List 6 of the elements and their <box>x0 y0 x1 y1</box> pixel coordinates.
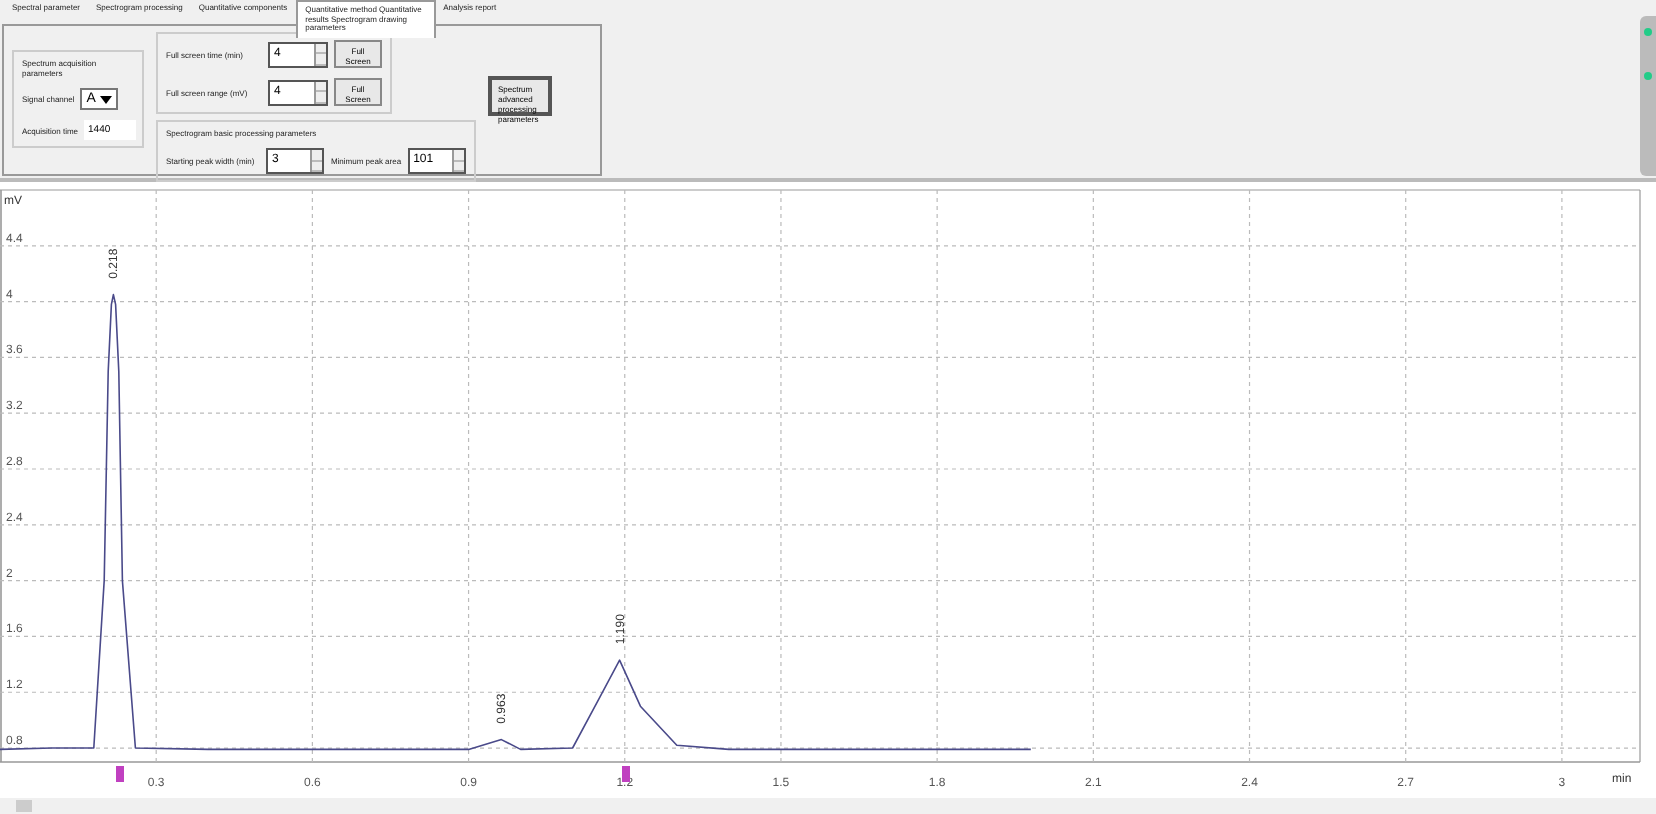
peak-marker <box>116 766 124 782</box>
caret-icon <box>99 95 112 103</box>
horizontal-scrollbar[interactable] <box>0 798 1656 814</box>
status-icon <box>1644 72 1652 80</box>
status-icon <box>1644 28 1652 36</box>
peak-marker <box>622 766 630 782</box>
